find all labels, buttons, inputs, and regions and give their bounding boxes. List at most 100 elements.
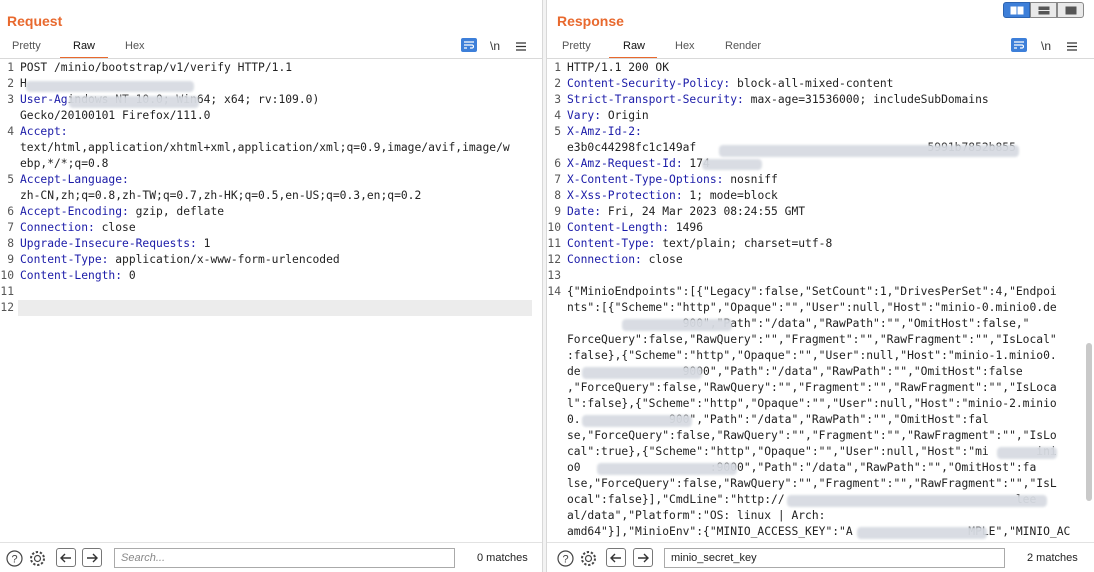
line-text: lse,"ForceQuery":false,"RawQuery":"","Fr… (567, 477, 1057, 490)
line-text: ebp,*/*;q=0.8 (20, 157, 109, 170)
previous-arrow-icon[interactable] (56, 548, 76, 567)
gear-icon[interactable] (28, 549, 46, 567)
line-number: 2 (7, 77, 14, 90)
vertical-scrollbar[interactable] (1086, 343, 1092, 501)
layout-tabs-icon[interactable] (1057, 2, 1084, 18)
code-line: nts":[{"Scheme":"http","Opaque":"","User… (567, 301, 1057, 314)
tab-pretty[interactable]: Pretty (562, 40, 591, 52)
tab-render[interactable]: Render (725, 40, 761, 52)
line-number: 9 (7, 253, 14, 266)
request-editor[interactable]: 1 POST /minio/bootstrap/v1/verify HTTP/1.… (0, 61, 542, 542)
header-name: X-Xss-Protection: (567, 189, 683, 202)
response-search-input[interactable] (664, 548, 1005, 568)
code-line: {"MinioEndpoints":[{"Legacy":false,"SetC… (567, 285, 1057, 298)
layout-top-bottom-icon[interactable] (1030, 2, 1057, 18)
tab-hex[interactable]: Hex (125, 40, 145, 52)
header-name: Accept: (20, 125, 68, 138)
header-name: Content-Type: (567, 237, 656, 250)
line-text: 0 (122, 269, 136, 282)
redacted-region (622, 319, 732, 331)
line-text: se,"ForceQuery":false,"RawQuery":"","Fra… (567, 429, 1057, 442)
redacted-region (857, 527, 987, 539)
line-text: HTTP/1.1 200 OK (567, 61, 670, 74)
request-search-input[interactable] (114, 548, 455, 568)
line-text: nosniff (723, 173, 778, 186)
line-text: amd64"}],"MinioEnv":{"MINIO_ACCESS_KEY":… (567, 525, 1071, 538)
code-line: amd64"}],"MinioEnv":{"MINIO_ACCESS_KEY":… (567, 525, 1070, 538)
code-line: Content-Length: 1496 (567, 221, 703, 234)
redacted-region (719, 145, 1019, 157)
line-number: 13 (547, 269, 561, 282)
layout-toggle (1003, 2, 1084, 18)
line-text: text/plain; charset=utf-8 (655, 237, 833, 250)
code-line: ForceQuery":false,"RawQuery":"","Fragmen… (567, 333, 1057, 346)
code-line: se,"ForceQuery":false,"RawQuery":"","Fra… (567, 429, 1057, 442)
code-line: Content-Security-Policy: block-all-mixed… (567, 77, 893, 90)
wrap-lines-icon[interactable] (461, 38, 477, 52)
menu-icon[interactable] (1067, 38, 1077, 54)
line-text: nts":[{"Scheme":"http","Opaque":"","User… (567, 301, 1057, 314)
code-line: Connection: close (20, 221, 136, 234)
response-editor[interactable]: 1 HTTP/1.1 200 OK 2 Content-Security-Policy… (547, 61, 1094, 542)
next-arrow-icon[interactable] (82, 548, 102, 567)
tab-raw[interactable]: Raw (623, 40, 645, 52)
code-line: HTTP/1.1 200 OK (567, 61, 669, 74)
header-name: Upgrade-Insecure-Requests: (20, 237, 197, 250)
header-name: Connection: (20, 221, 95, 234)
newline-toggle[interactable]: \n (490, 38, 500, 54)
line-number: 4 (7, 125, 14, 138)
line-text: 1 (196, 237, 211, 250)
line-text: cal":true},{"Scheme":"http","Opaque":"",… (567, 445, 1057, 458)
code-line: zh-CN,zh;q=0.8,zh-TW;q=0.7,zh-HK;q=0.5,e… (20, 189, 421, 202)
current-line-highlight (18, 300, 532, 316)
help-icon[interactable]: ? (556, 549, 574, 567)
header-name: X-Content-Type-Options: (567, 173, 724, 186)
code-line: Content-Type: application/x-www-form-url… (20, 253, 340, 266)
menu-icon[interactable] (516, 38, 526, 54)
newline-toggle[interactable]: \n (1041, 38, 1051, 54)
line-number: 11 (0, 285, 14, 298)
line-number: 4 (554, 109, 561, 122)
line-text: close (94, 221, 136, 234)
header-name: Content-Length: (20, 269, 123, 282)
line-text: application/x-www-form-urlencoded (108, 253, 340, 266)
redacted-region (69, 96, 199, 108)
line-number: 2 (554, 77, 561, 90)
line-number: 8 (7, 237, 14, 250)
header-name: Connection: (567, 253, 642, 266)
previous-arrow-icon[interactable] (606, 548, 626, 567)
request-title: Request (7, 13, 63, 29)
line-number: 6 (7, 205, 14, 218)
line-number: 8 (554, 189, 561, 202)
header-name: User-Ag (20, 93, 68, 106)
line-text: :false},{"Scheme":"http","Opaque":"","Us… (567, 349, 1057, 362)
help-icon[interactable]: ? (5, 549, 23, 567)
code-line: al/data","Platform":"OS: linux | Arch: (567, 509, 825, 522)
code-line: Accept: (20, 125, 68, 138)
code-line: X-Xss-Protection: 1; mode=block (567, 189, 778, 202)
line-text: text/html,application/xhtml+xml,applicat… (20, 141, 510, 154)
redacted-region (997, 447, 1057, 459)
wrap-lines-icon[interactable] (1011, 38, 1027, 52)
tab-separator (0, 58, 542, 59)
tab-pretty[interactable]: Pretty (12, 40, 41, 52)
header-name: X-Amz-Request-Id: (567, 157, 683, 170)
line-number: 6 (554, 157, 561, 170)
code-line: ebp,*/*;q=0.8 (20, 157, 108, 170)
layout-side-by-side-icon[interactable] (1003, 2, 1030, 18)
code-line: lse,"ForceQuery":false,"RawQuery":"","Fr… (567, 477, 1057, 490)
line-number: 9 (554, 205, 561, 218)
line-text: ,"ForceQuery":false,"RawQuery":"","Fragm… (567, 381, 1057, 394)
line-text: block-all-mixed-content (730, 77, 894, 90)
line-text: gzip, deflate (128, 205, 225, 218)
tab-raw[interactable]: Raw (73, 40, 95, 52)
tab-hex[interactable]: Hex (675, 40, 695, 52)
line-number: 12 (0, 301, 14, 314)
next-arrow-icon[interactable] (633, 548, 653, 567)
line-number: 5 (554, 125, 561, 138)
code-line: Date: Fri, 24 Mar 2023 08:24:55 GMT (567, 205, 805, 218)
line-number: 5 (7, 173, 14, 186)
code-line: X-Amz-Id-2: (567, 125, 642, 138)
code-line: Content-Length: 0 (20, 269, 136, 282)
gear-icon[interactable] (579, 549, 597, 567)
